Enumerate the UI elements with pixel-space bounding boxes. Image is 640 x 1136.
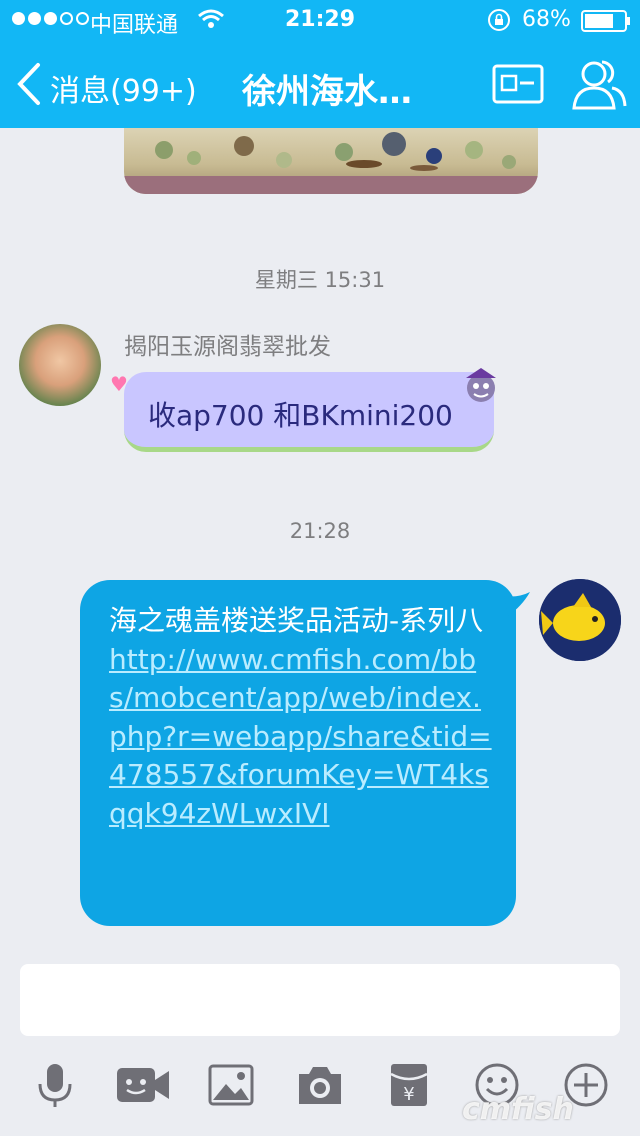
status-bar: 中国联通 21:29 68%	[0, 0, 640, 40]
message-input[interactable]	[20, 964, 620, 1036]
microphone-icon[interactable]	[32, 1062, 78, 1108]
lock-rotation-icon	[488, 9, 510, 31]
sender-name: 揭阳玉源阁翡翠批发	[124, 334, 331, 360]
contact-card-icon[interactable]	[492, 64, 544, 104]
red-packet-icon[interactable]: ¥	[386, 1062, 432, 1108]
avatar[interactable]	[19, 324, 101, 406]
svg-text:¥: ¥	[403, 1084, 414, 1105]
header: 中国联通 21:29 68% 消息(99+) 徐州海水…	[0, 0, 640, 128]
camera-icon[interactable]	[297, 1062, 343, 1108]
avatar[interactable]	[539, 579, 621, 661]
back-button[interactable]: 消息(99+)	[50, 66, 197, 110]
battery-percent: 68%	[522, 7, 571, 32]
message-text: 海之魂盖楼送奖品活动-系列八	[109, 604, 484, 637]
profile-icon[interactable]	[570, 56, 628, 112]
watermark: cmfish	[462, 1092, 574, 1127]
mascot-sticker-icon	[466, 368, 496, 402]
hearts-icon: ♥	[110, 372, 128, 396]
chat-title: 徐州海水…	[242, 72, 412, 112]
shared-aquarium-image[interactable]	[124, 128, 538, 194]
incoming-message-text: 收ap700 和BKmini200	[148, 399, 453, 432]
bubble-tail	[504, 592, 530, 616]
image-icon[interactable]	[208, 1062, 254, 1108]
back-icon[interactable]	[14, 62, 44, 106]
battery-icon	[581, 10, 630, 32]
nav-bar: 消息(99+) 徐州海水…	[0, 40, 640, 128]
message-link[interactable]: http://www.cmfish.com/bbs/mobcent/app/we…	[109, 643, 492, 830]
outgoing-message-bubble[interactable]: 海之魂盖楼送奖品活动-系列八 http://www.cmfish.com/bbs…	[80, 580, 530, 926]
video-icon[interactable]	[115, 1062, 171, 1108]
timestamp: 21:28	[289, 519, 351, 543]
incoming-message-bubble[interactable]: ♥ 收ap700 和BKmini200	[110, 368, 496, 452]
timestamp: 星期三 15:31	[254, 268, 386, 292]
outgoing-message-text: 海之魂盖楼送奖品活动-系列八 http://www.cmfish.com/bbs…	[109, 602, 493, 833]
